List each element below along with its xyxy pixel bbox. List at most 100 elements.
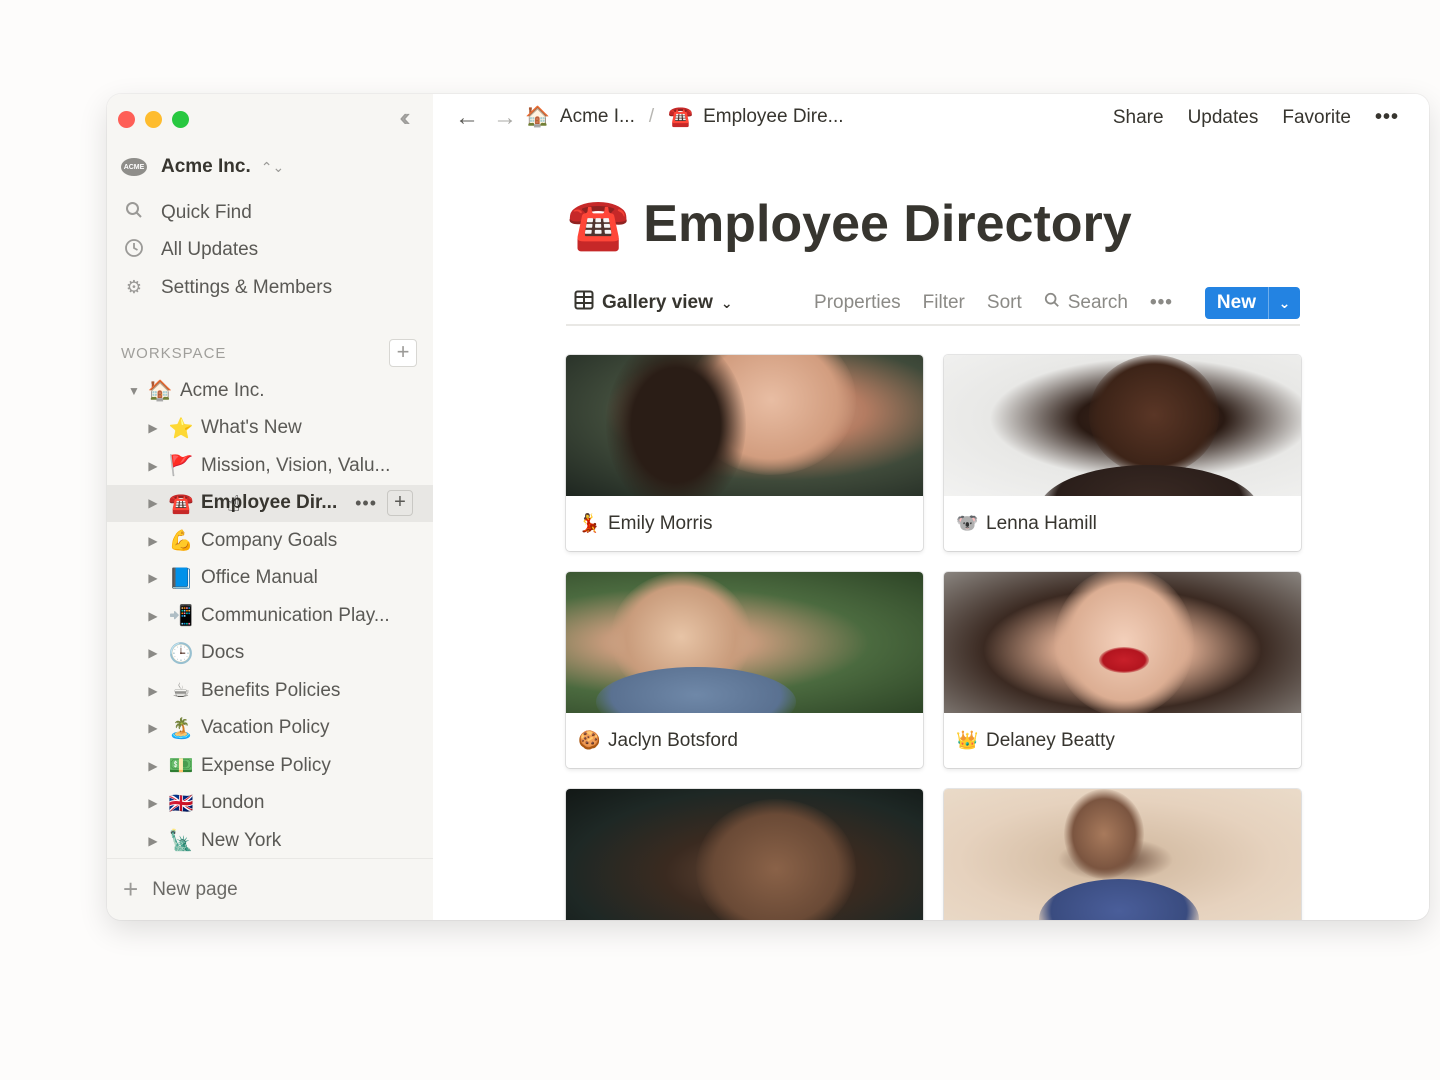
gallery-grid-icon [574, 290, 594, 316]
breadcrumb-item-employee-directory[interactable]: ☎️ Employee Dire... [668, 104, 843, 129]
minimize-window-button[interactable] [145, 111, 162, 128]
tree-item-label: Employee Dir... [201, 492, 338, 514]
tree-item-employee-directory[interactable]: ▶ ☎️ Employee Dir... ☝ ••• + [107, 484, 433, 522]
koala-icon: 🐨 [956, 513, 979, 533]
gallery-card[interactable]: 👑 Delaney Beatty [944, 572, 1301, 768]
card-cover-image [566, 572, 923, 713]
zoom-window-button[interactable] [172, 111, 189, 128]
sidebar-item-label: All Updates [161, 239, 259, 261]
caret-right-icon[interactable]: ▶ [147, 759, 159, 773]
sidebar-item-label: Settings & Members [161, 276, 333, 298]
tree-item-vacation[interactable]: ▶ 🏝️ Vacation Policy [107, 710, 433, 748]
caret-right-icon[interactable]: ▶ [147, 684, 159, 698]
sidebar-item-quick-find[interactable]: Quick Find [121, 194, 332, 232]
page-title[interactable]: ☎️ Employee Directory [567, 194, 1132, 254]
favorite-button[interactable]: Favorite [1282, 107, 1351, 129]
add-page-button[interactable]: + [389, 339, 417, 367]
new-page-label: New page [152, 878, 238, 900]
caret-right-icon[interactable]: ▶ [147, 496, 159, 510]
share-button[interactable]: Share [1113, 107, 1164, 129]
caret-right-icon[interactable]: ▶ [147, 571, 159, 585]
telephone-icon[interactable]: ☎️ [567, 195, 629, 254]
breadcrumb-separator: / [648, 105, 655, 127]
view-switcher[interactable]: Gallery view ⌄ [574, 290, 733, 316]
tree-item-label: Mission, Vision, Valu... [201, 454, 391, 476]
tree-item-whats-new[interactable]: ▶ ⭐ What's New [107, 410, 433, 448]
caret-down-icon[interactable]: ▼ [128, 384, 140, 398]
caret-right-icon[interactable]: ▶ [147, 646, 159, 660]
search-icon [1044, 292, 1060, 314]
statue-of-liberty-icon: 🗽 [168, 830, 194, 853]
card-cover-image [944, 789, 1301, 920]
new-page-button[interactable]: + New page [107, 858, 433, 920]
more-options-icon[interactable]: ••• [1150, 292, 1173, 314]
caret-right-icon[interactable]: ▶ [147, 609, 159, 623]
sidebar-item-all-updates[interactable]: All Updates [121, 232, 332, 270]
tree-item-office-manual[interactable]: ▶ 📘 Office Manual [107, 560, 433, 598]
gallery-card[interactable]: 💃 Emily Morris [566, 355, 923, 551]
tree-item-communication[interactable]: ▶ 📲 Communication Play... [107, 597, 433, 635]
caret-right-icon[interactable]: ▶ [147, 459, 159, 473]
search-label: Search [1067, 292, 1128, 313]
sort-button[interactable]: Sort [987, 292, 1022, 314]
uk-flag-icon: 🇬🇧 [168, 792, 194, 815]
book-icon: 📘 [168, 567, 194, 590]
chevron-down-icon[interactable]: ⌄ [1268, 287, 1300, 319]
flag-icon: 🚩 [168, 455, 194, 478]
back-arrow-icon[interactable]: ← [455, 104, 479, 132]
add-subpage-button[interactable]: + [387, 490, 413, 517]
card-footer: 💃 Emily Morris [566, 496, 923, 551]
tree-item-docs[interactable]: ▶ 🕒 Docs [107, 635, 433, 673]
tree-item-expense[interactable]: ▶ 💵 Expense Policy [107, 747, 433, 785]
workspace-switcher[interactable]: ACME Acme Inc. ⌃⌄ [121, 156, 284, 178]
sidebar-item-settings[interactable]: ⚙ Settings & Members [121, 269, 332, 307]
tree-item-new-york[interactable]: ▶ 🗽 New York [107, 822, 433, 860]
tree-item-company-goals[interactable]: ▶ 💪 Company Goals [107, 522, 433, 560]
telephone-icon: ☎️ [668, 106, 694, 128]
chevron-updown-icon: ⌃⌄ [260, 158, 285, 175]
island-icon: 🏝️ [168, 717, 194, 740]
breadcrumb-item-acme[interactable]: 🏠 Acme I... [525, 104, 635, 129]
properties-button[interactable]: Properties [814, 292, 901, 314]
forward-arrow-icon[interactable]: → [493, 104, 517, 132]
tree-item-benefits[interactable]: ▶ ☕ Benefits Policies [107, 672, 433, 710]
clock-icon [121, 238, 147, 263]
collapse-sidebar-icon[interactable]: ‹‹ [387, 104, 417, 132]
new-entry-label[interactable]: New [1205, 287, 1268, 319]
new-entry-button[interactable]: New ⌄ [1204, 287, 1300, 319]
page-title-text[interactable]: Employee Directory [643, 194, 1131, 254]
gallery-card[interactable]: 🍪 Jaclyn Botsford [566, 572, 923, 768]
more-options-icon[interactable]: ••• [1375, 106, 1399, 129]
tree-item-mission[interactable]: ▶ 🚩 Mission, Vision, Valu... [107, 447, 433, 485]
gallery-card[interactable] [944, 789, 1301, 920]
gear-icon: ⚙ [125, 277, 143, 298]
gallery-card[interactable]: 🐨 Lenna Hamill [944, 355, 1301, 551]
tree-item-london[interactable]: ▶ 🇬🇧 London [107, 785, 433, 823]
tree-item-label: What's New [201, 417, 302, 439]
workspace-section-label: WORKSPACE [121, 344, 227, 362]
tree-item-acme[interactable]: ▼ 🏠 Acme Inc. [107, 372, 433, 410]
updates-button[interactable]: Updates [1188, 107, 1259, 129]
search-button[interactable]: Search [1044, 292, 1128, 314]
workspace-logo: ACME [121, 158, 147, 176]
caret-right-icon[interactable]: ▶ [147, 534, 159, 548]
caret-right-icon[interactable]: ▶ [147, 834, 159, 848]
workspace-name: Acme Inc. [161, 156, 251, 177]
more-options-icon[interactable]: ••• [355, 493, 377, 514]
coffee-icon: ☕ [172, 680, 190, 703]
filter-button[interactable]: Filter [923, 292, 965, 314]
topbar: ← → 🏠 Acme I... / ☎️ Employee Dire... Sh… [433, 94, 1429, 142]
card-title: Delaney Beatty [986, 729, 1115, 751]
close-window-button[interactable] [118, 111, 135, 128]
crown-icon: 👑 [956, 730, 979, 750]
gallery-card[interactable] [566, 789, 923, 920]
window-controls [118, 111, 189, 128]
caret-right-icon[interactable]: ▶ [147, 421, 159, 435]
caret-right-icon[interactable]: ▶ [147, 796, 159, 810]
main-content: ← → 🏠 Acme I... / ☎️ Employee Dire... Sh… [433, 94, 1429, 920]
chevron-down-icon: ⌄ [720, 294, 733, 311]
card-footer: 👑 Delaney Beatty [944, 713, 1301, 768]
card-cover-image [566, 355, 923, 496]
cookie-icon: 🍪 [578, 730, 601, 750]
caret-right-icon[interactable]: ▶ [147, 721, 159, 735]
